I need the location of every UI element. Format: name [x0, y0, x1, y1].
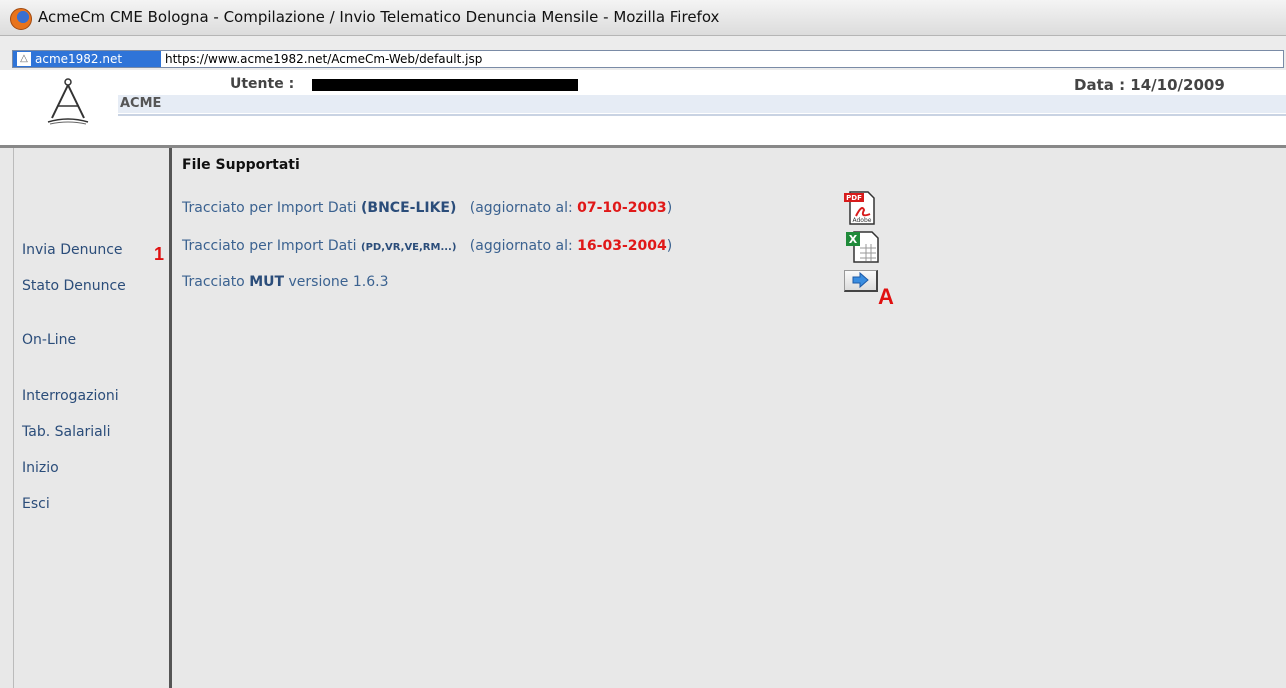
firefox-icon	[10, 8, 32, 30]
sidebar-item-inizio[interactable]: Inizio	[22, 460, 59, 476]
current-date: Data : 14/10/2009	[1074, 76, 1225, 94]
sidebar-item-esci[interactable]: Esci	[22, 496, 50, 512]
file-row-pd-vr[interactable]: Tracciato per Import Dati (PD,VR,VE,RM..…	[182, 238, 672, 254]
file-row-mut[interactable]: Tracciato MUT versione 1.6.3	[182, 274, 388, 290]
app-header: ACME Utente : Data : 14/10/2009	[0, 70, 1286, 148]
row-format: MUT	[249, 274, 285, 290]
row-format: (BNCE-LIKE)	[361, 200, 457, 216]
row-suffix: versione 1.6.3	[284, 274, 389, 290]
site-favicon-icon: △	[17, 52, 31, 66]
sidebar-item-invia-denunce[interactable]: Invia Denunce	[22, 242, 123, 258]
left-edge	[0, 148, 14, 688]
row-prefix: Tracciato per Import Dati	[182, 238, 362, 254]
svg-text:PDF: PDF	[846, 194, 862, 202]
window-title: AcmeCm CME Bologna - Compilazione / Invi…	[38, 8, 720, 26]
row-date: 16-03-2004	[577, 238, 667, 254]
row-close: )	[666, 200, 673, 216]
user-value-redacted	[312, 79, 578, 91]
brand-band	[118, 95, 1286, 113]
sidebar-nav: Invia Denunce 1 Stato Denunce On-Line In…	[14, 148, 172, 688]
compass-logo-icon	[47, 78, 89, 125]
sidebar-item-on-line[interactable]: On-Line	[22, 332, 76, 348]
section-title: File Supportati	[182, 157, 300, 173]
url-text[interactable]: https://www.acme1982.net/AcmeCm-Web/defa…	[165, 51, 482, 67]
row-date: 07-10-2003	[577, 200, 667, 216]
row-updated-label: (aggiornato al:	[469, 200, 578, 216]
svg-text:X: X	[849, 233, 858, 246]
annotation-marker-a: A	[878, 284, 894, 309]
site-identity-badge[interactable]: △ acme1982.net	[13, 51, 161, 67]
mut-download-button[interactable]	[844, 270, 878, 292]
location-bar: △ acme1982.net https://www.acme1982.net/A…	[0, 36, 1286, 70]
file-row-bnce[interactable]: Tracciato per Import Dati (BNCE-LIKE) (a…	[182, 200, 672, 216]
header-divider	[118, 114, 1286, 116]
svg-text:Adobe: Adobe	[853, 217, 872, 224]
excel-icon[interactable]: X	[844, 228, 880, 264]
row-prefix: Tracciato per Import Dati	[182, 200, 362, 216]
main-content: File Supportati Tracciato per Import Dat…	[172, 148, 1286, 688]
annotation-marker-1: 1	[154, 244, 165, 264]
site-name: acme1982.net	[35, 52, 123, 66]
row-close: )	[666, 238, 673, 254]
user-label: Utente :	[230, 76, 295, 92]
arrow-right-icon	[852, 271, 869, 289]
pdf-icon[interactable]: PDF Adobe	[842, 190, 878, 226]
url-field[interactable]: △ acme1982.net https://www.acme1982.net/A…	[12, 50, 1284, 68]
window-titlebar: AcmeCm CME Bologna - Compilazione / Invi…	[0, 0, 1286, 36]
row-updated-label: (aggiornato al:	[469, 238, 578, 254]
brand-name: ACME	[120, 96, 162, 111]
sidebar-item-stato-denunce[interactable]: Stato Denunce	[22, 278, 126, 294]
sidebar-item-tab-salariali[interactable]: Tab. Salariali	[22, 424, 111, 440]
sidebar-item-interrogazioni[interactable]: Interrogazioni	[22, 388, 119, 404]
row-prefix: Tracciato	[182, 274, 250, 290]
row-format: (PD,VR,VE,RM...)	[361, 242, 457, 253]
